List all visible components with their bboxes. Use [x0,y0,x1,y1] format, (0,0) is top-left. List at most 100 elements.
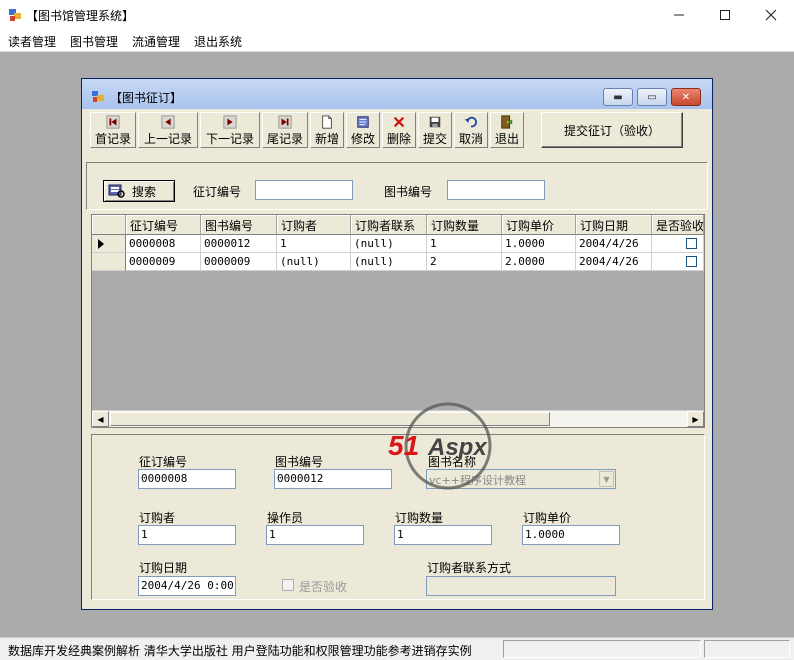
order-window-body: 首记录 上一记录 下一记录 尾记录 新增 修改 删除 提交 取消 退出 提交征订… [86,110,708,606]
cell[interactable]: 2004/4/26 [576,253,652,271]
new-document-icon [322,115,332,129]
detail-panel: 征订编号 0000008 图书编号 0000012 图书名称 vc++程序设计教… [91,434,705,600]
menu-circulation[interactable]: 流通管理 [132,33,180,50]
child-restore-button[interactable]: ▭ [637,88,667,106]
detail-date-field[interactable]: 2004/4/26 0:00:0 [138,576,236,596]
search-book-no-input[interactable] [447,180,545,200]
first-record-button[interactable]: 首记录 [90,112,136,148]
search-button[interactable]: 搜索 [103,180,175,202]
detail-qty-field[interactable]: 1 [394,525,492,545]
delete-button[interactable]: 删除 [382,112,416,148]
cell[interactable]: 1 [277,235,351,253]
detail-price-field[interactable]: 1.0000 [522,525,620,545]
detail-operator-field[interactable]: 1 [266,525,364,545]
cell[interactable]: (null) [351,253,427,271]
next-record-icon [223,115,237,129]
detail-contact-label: 订购者联系方式 [427,561,512,575]
detail-price-label: 订购单价 [523,511,572,525]
prev-record-button[interactable]: 上一记录 [138,112,198,148]
cell[interactable]: 2004/4/26 [576,235,652,253]
scroll-right-icon: ▶ [692,414,699,424]
status-panel [503,640,701,658]
scroll-left-icon: ◀ [97,414,104,424]
child-minimize-button[interactable]: ▬ [603,88,633,106]
table-row[interactable]: 0000008 0000012 1 (null) 1 1.0000 2004/4… [92,235,704,253]
maximize-button[interactable] [702,0,748,30]
col-buyer[interactable]: 订购者 [277,215,351,235]
app-titlebar: 【图书馆管理系统】 [0,0,794,30]
new-button[interactable]: 新增 [310,112,344,148]
detail-date-label: 订购日期 [139,561,188,575]
cell[interactable]: 1 [427,235,502,253]
cell[interactable]: 2 [427,253,502,271]
delete-icon [393,116,405,128]
order-window: 【图书征订】 ▬ ▭ ✕ 首记录 上一记录 下一记录 尾记录 新增 修改 删除 … [81,78,713,610]
accepted-checkbox[interactable] [685,256,697,267]
col-qty[interactable]: 订购数量 [427,215,502,235]
menu-reader[interactable]: 读者管理 [8,33,56,50]
cancel-button[interactable]: 取消 [454,112,488,148]
minimize-button[interactable] [656,0,702,30]
app-icon [9,9,21,21]
cell[interactable]: 0000008 [126,235,201,253]
detail-buyer-label: 订购者 [139,511,176,525]
submit-order-button[interactable]: 提交征订（验收） [541,112,683,148]
status-text: 数据库开发经典案例解析 清华大学出版社 用户登陆功能和权限管理功能参考进销存实例 [8,644,472,658]
detail-book-no-label: 图书编号 [275,455,324,469]
row-header[interactable] [92,253,126,271]
book-name-select[interactable]: vc++程序设计教程 ▼ [426,469,616,489]
detail-contact-field[interactable] [426,576,616,596]
menu-books[interactable]: 图书管理 [70,33,118,50]
restore-icon: ▭ [647,91,657,103]
col-price[interactable]: 订购单价 [502,215,576,235]
search-order-no-input[interactable] [255,180,353,200]
close-button[interactable] [748,0,794,30]
scroll-left-button[interactable]: ◀ [92,411,109,427]
grid-horizontal-scrollbar[interactable]: ◀ ▶ [92,410,704,427]
detail-order-no-field[interactable]: 0000008 [138,469,236,489]
cell[interactable]: 0000009 [126,253,201,271]
current-row-icon [98,239,104,249]
next-record-button[interactable]: 下一记录 [200,112,260,148]
col-date[interactable]: 订购日期 [576,215,652,235]
order-grid[interactable]: 征订编号 图书编号 订购者 订购者联系 订购数量 订购单价 订购日期 是否验收 … [91,214,705,428]
cell[interactable]: 1.0000 [502,235,576,253]
submit-button[interactable]: 提交 [418,112,452,148]
cell[interactable]: 0000012 [201,235,277,253]
child-close-button[interactable]: ✕ [671,88,701,106]
maximize-icon [720,10,730,20]
menu-bar: 读者管理 图书管理 流通管理 退出系统 [0,30,794,52]
table-row[interactable]: 0000009 0000009 (null) (null) 2 2.0000 2… [92,253,704,271]
scroll-thumb[interactable] [110,412,550,426]
cell[interactable]: 2.0000 [502,253,576,271]
cell[interactable]: (null) [351,235,427,253]
edit-button[interactable]: 修改 [346,112,380,148]
detail-accepted-checkbox[interactable] [282,579,294,591]
cell[interactable]: 0000009 [201,253,277,271]
detail-book-no-field[interactable]: 0000012 [274,469,392,489]
save-icon [429,116,441,128]
col-accepted[interactable]: 是否验收 [652,215,704,235]
exit-door-icon [501,115,513,129]
chevron-down-icon: ▼ [599,471,614,487]
detail-buyer-field[interactable]: 1 [138,525,236,545]
detail-accepted-label: 是否验收 [299,580,348,594]
exit-button[interactable]: 退出 [490,112,524,148]
order-window-title: 【图书征订】 [110,91,183,105]
last-record-button[interactable]: 尾记录 [262,112,308,148]
toolbar: 首记录 上一记录 下一记录 尾记录 新增 修改 删除 提交 取消 退出 提交征订… [86,110,708,150]
scroll-right-button[interactable]: ▶ [687,411,704,427]
cell-accepted[interactable] [652,235,704,253]
cell[interactable]: (null) [277,253,351,271]
row-header[interactable] [92,235,126,253]
detail-qty-label: 订购数量 [395,511,444,525]
col-order-no[interactable]: 征订编号 [126,215,201,235]
order-window-titlebar: 【图书征订】 ▬ ▭ ✕ [82,79,712,109]
accepted-checkbox[interactable] [685,238,697,249]
edit-icon [357,116,369,128]
col-buyer-contact[interactable]: 订购者联系 [351,215,427,235]
cell-accepted[interactable] [652,253,704,271]
col-book-no[interactable]: 图书编号 [201,215,277,235]
menu-exit[interactable]: 退出系统 [194,33,242,50]
last-record-icon [278,115,292,129]
